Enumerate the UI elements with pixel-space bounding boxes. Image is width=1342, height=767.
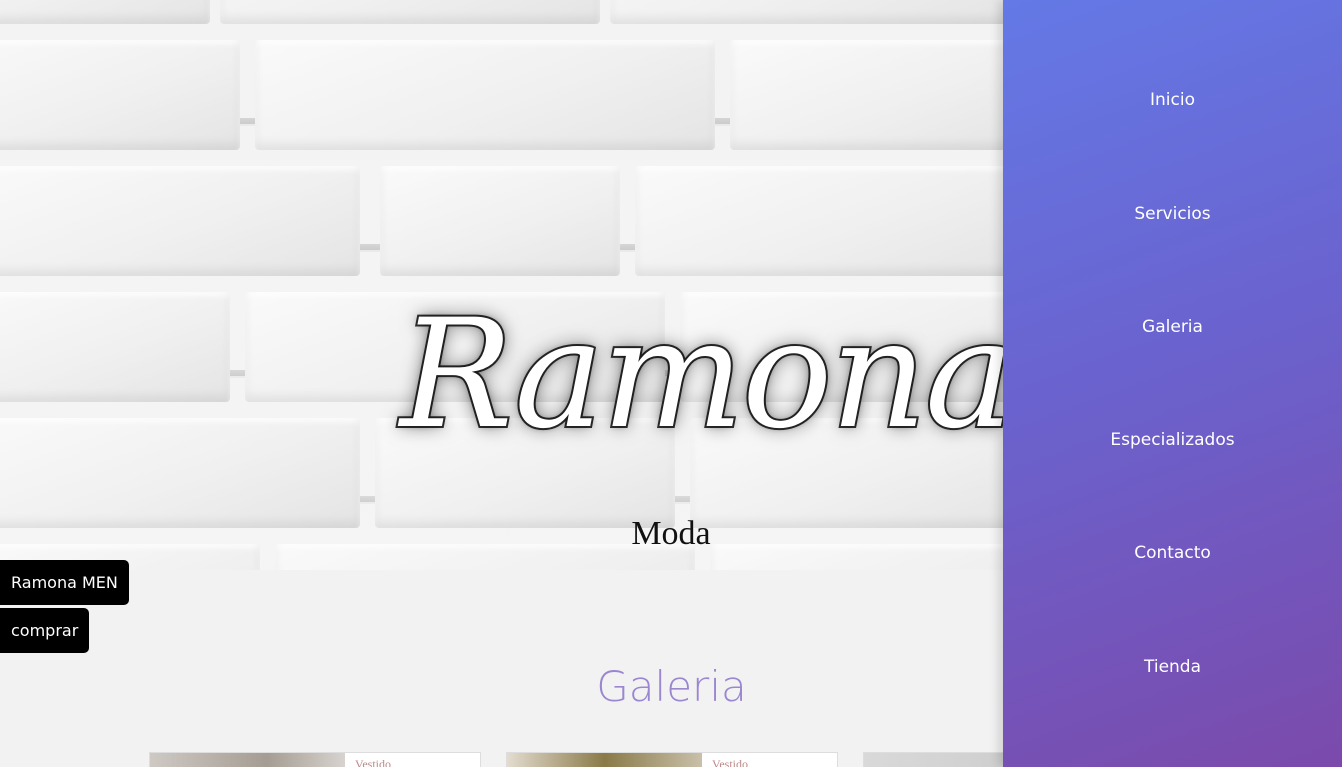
nav-item-galeria[interactable]: Galeria <box>1003 317 1342 337</box>
hero-subtitle: Moda <box>631 515 711 552</box>
brick <box>0 40 240 150</box>
brick <box>0 0 210 24</box>
gallery-card[interactable]: Vestido <box>149 752 481 767</box>
gallery-card-photo <box>507 753 702 767</box>
nav-item-contacto[interactable]: Contacto <box>1003 543 1342 563</box>
gallery-card-photo <box>864 753 1004 767</box>
brick-row <box>0 540 1003 570</box>
brick <box>635 166 1003 276</box>
nav-item-tienda[interactable]: Tienda <box>1003 657 1342 677</box>
ramona-men-button[interactable]: Ramona MEN <box>0 560 129 605</box>
comprar-button[interactable]: comprar <box>0 608 90 653</box>
gallery-title: Galeria <box>596 662 747 711</box>
page: Ramona Moda Ramona MEN comprar Galeria V… <box>0 0 1342 767</box>
side-navigation: Inicio Servicios Galeria Especializados … <box>1003 0 1342 767</box>
gallery-card-photo <box>150 753 345 767</box>
brick-row <box>0 162 1003 288</box>
brick <box>255 40 715 150</box>
gallery-card-caption: Vestido <box>712 757 748 767</box>
nav-item-inicio[interactable]: Inicio <box>1003 90 1342 110</box>
brick <box>0 292 230 402</box>
brick-row <box>0 0 1003 36</box>
nav-item-servicios[interactable]: Servicios <box>1003 204 1342 224</box>
brick-row <box>0 36 1003 162</box>
hero-banner: Ramona Moda <box>0 0 1003 570</box>
hero-logo-title: Ramona <box>398 288 1003 462</box>
gallery-card-caption: Vestido <box>355 757 391 767</box>
brick <box>220 0 600 24</box>
brick <box>610 0 1003 24</box>
brick <box>0 418 360 528</box>
brick <box>380 166 620 276</box>
gallery-card[interactable]: Vestido <box>506 752 838 767</box>
brick <box>730 40 1003 150</box>
nav-item-especializados[interactable]: Especializados <box>1003 430 1342 450</box>
brick <box>0 166 360 276</box>
gallery-card[interactable] <box>863 752 1005 767</box>
